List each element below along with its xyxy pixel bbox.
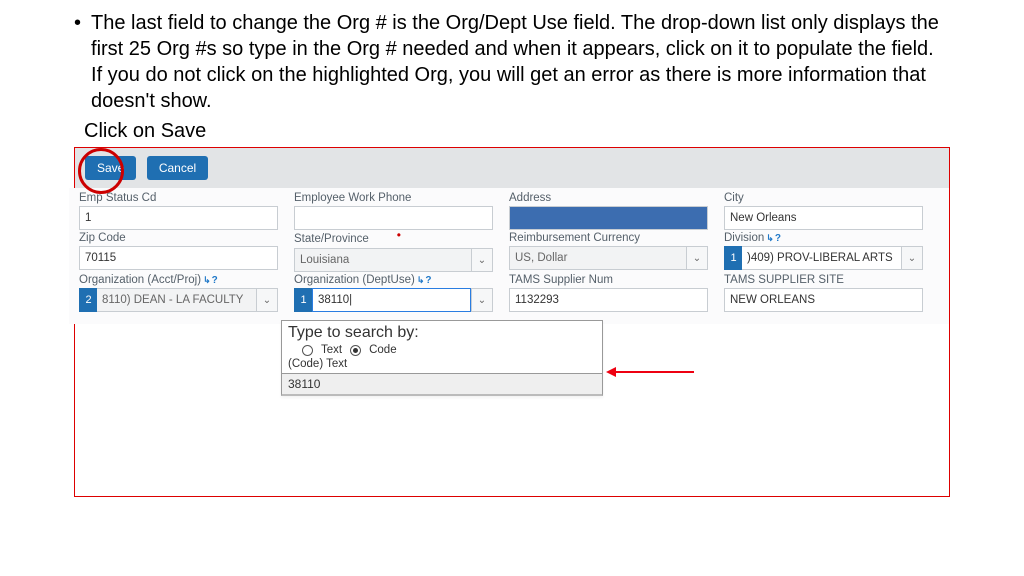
state-label: State/Province• [294, 232, 493, 246]
division-label: Division ? [724, 232, 923, 244]
radio-code[interactable] [350, 345, 361, 356]
org-deptuse-input[interactable] [312, 288, 471, 312]
cancel-button[interactable]: Cancel [147, 156, 208, 180]
chevron-down-icon[interactable]: ⌄ [471, 248, 493, 272]
supplier-site-input[interactable] [724, 288, 923, 312]
search-popup: Type to search by: Text Code (Code) Text… [281, 320, 603, 396]
radio-text[interactable] [302, 345, 313, 356]
work-phone-input[interactable] [294, 206, 493, 230]
org-acctproj-label: Organization (Acct/Proj) ? [79, 274, 278, 286]
zip-input[interactable] [79, 246, 278, 270]
city-input[interactable] [724, 206, 923, 230]
org-deptuse-label: Organization (DeptUse) ? [294, 274, 493, 286]
supplier-num-label: TAMS Supplier Num [509, 274, 708, 286]
screenshot-panel: Save Cancel Emp Status Cd Employee Work … [74, 147, 950, 497]
help-icon[interactable]: ? [417, 275, 432, 286]
help-icon[interactable]: ? [766, 233, 781, 244]
org-acctproj-badge: 2 [79, 288, 97, 312]
supplier-num-input[interactable] [509, 288, 708, 312]
work-phone-label: Employee Work Phone [294, 192, 493, 204]
popup-result-item[interactable]: 38110 [282, 373, 602, 394]
chevron-down-icon[interactable]: ⌄ [686, 246, 708, 270]
zip-label: Zip Code [79, 232, 278, 244]
emp-status-label: Emp Status Cd [79, 192, 278, 204]
currency-select[interactable] [509, 246, 686, 270]
address-label: Address [509, 192, 708, 204]
chevron-down-icon[interactable]: ⌄ [471, 288, 493, 312]
division-select[interactable] [742, 246, 901, 270]
org-deptuse-badge: 1 [294, 288, 312, 312]
radio-code-label: Code [369, 344, 397, 356]
supplier-site-label: TAMS SUPPLIER SITE [724, 274, 923, 286]
popup-format-hint: (Code) Text [282, 358, 602, 373]
city-label: City [724, 192, 923, 204]
save-button[interactable]: Save [85, 156, 136, 180]
help-icon[interactable]: ? [203, 275, 218, 286]
bullet-text: The last field to change the Org # is th… [74, 10, 950, 114]
emp-status-input[interactable] [79, 206, 278, 230]
chevron-down-icon[interactable]: ⌄ [256, 288, 278, 312]
toolbar: Save Cancel [75, 148, 949, 188]
state-select[interactable] [294, 248, 471, 272]
click-save-text: Click on Save [84, 120, 950, 143]
currency-label: Reimbursement Currency [509, 232, 708, 244]
radio-text-label: Text [321, 344, 342, 356]
required-dot-icon: • [397, 228, 401, 242]
org-acctproj-select[interactable] [97, 288, 256, 312]
chevron-down-icon[interactable]: ⌄ [901, 246, 923, 270]
division-badge: 1 [724, 246, 742, 270]
annotation-arrow-icon [614, 371, 694, 373]
address-input[interactable] [509, 206, 708, 230]
popup-title: Type to search by: [282, 321, 602, 342]
